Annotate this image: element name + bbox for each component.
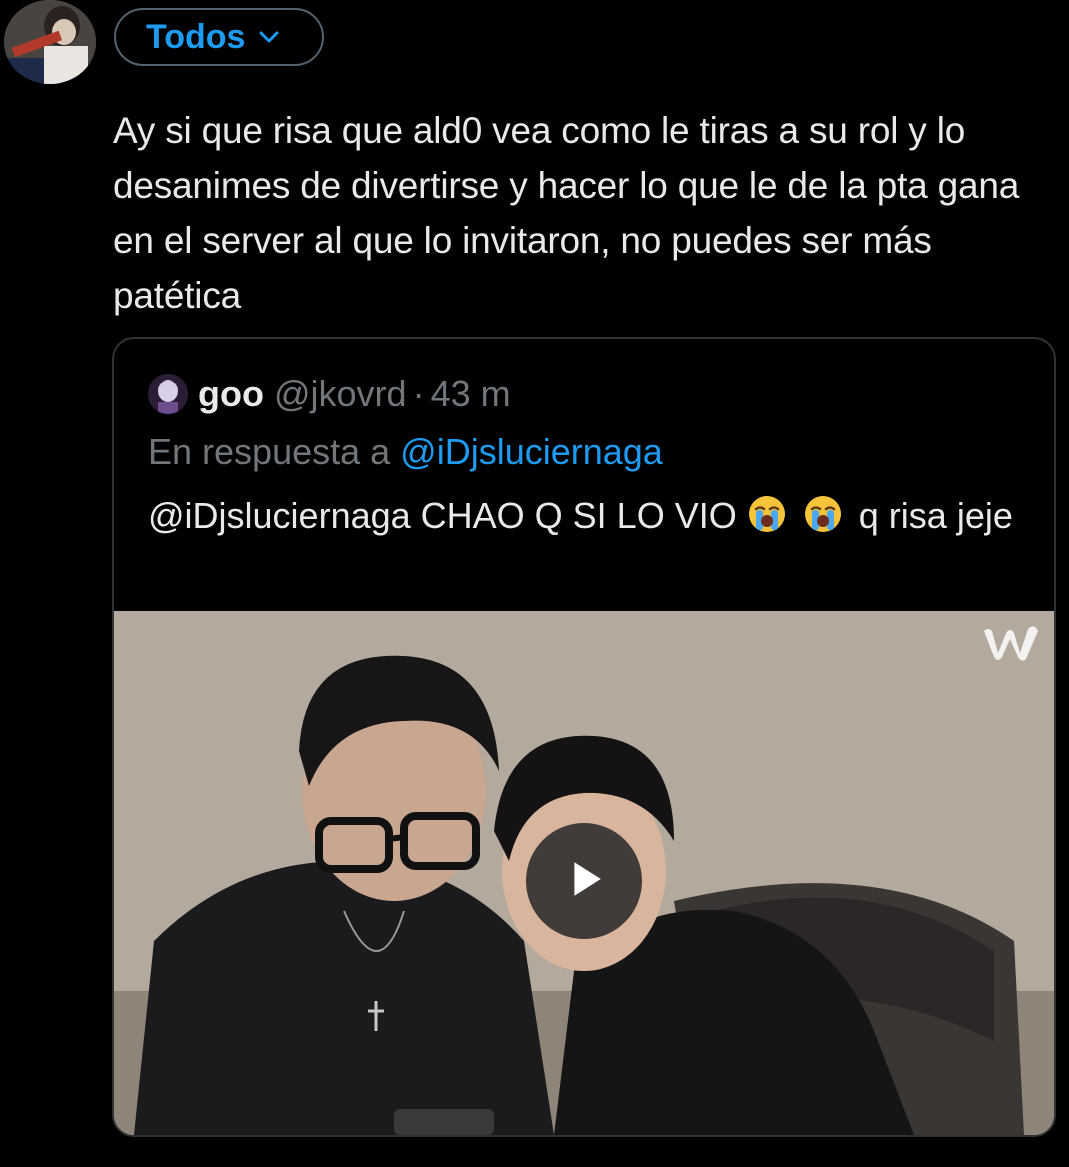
- user-avatar[interactable]: [4, 0, 96, 84]
- audience-label: Todos: [146, 17, 246, 56]
- weverse-w-icon: [978, 617, 1042, 665]
- quoted-user-avatar[interactable]: [148, 374, 188, 414]
- quoted-timestamp[interactable]: 43 m: [431, 373, 511, 415]
- quoted-tweet-header: goo @jkovrd · 43 m: [148, 373, 511, 415]
- quoted-tweet-text: @iDjsluciernaga CHAO Q SI LO VIO q risa: [148, 489, 1028, 543]
- quoted-tweet-card[interactable]: goo @jkovrd · 43 m En respuesta a @iDjsl…: [112, 337, 1056, 1137]
- quoted-user-name[interactable]: goo: [198, 373, 264, 415]
- reply-context: En respuesta a @iDjsluciernaga: [148, 431, 663, 473]
- video-thumbnail[interactable]: [114, 611, 1054, 1135]
- avatar-photo: [4, 0, 96, 84]
- reply-prefix: En respuesta a: [148, 431, 391, 472]
- chevron-down-icon: [257, 25, 281, 49]
- tweet-text: Ay si que risa que ald0 vea como le tira…: [113, 110, 1020, 316]
- quoted-text-main: @iDjsluciernaga CHAO Q SI LO VIO: [148, 495, 737, 536]
- quoted-user-handle[interactable]: @jkovrd: [274, 373, 407, 415]
- audience-selector-button[interactable]: Todos: [114, 8, 324, 66]
- loudly-crying-face-icon: [803, 494, 843, 534]
- separator-dot: ·: [412, 373, 425, 414]
- play-icon: [560, 855, 608, 908]
- play-button[interactable]: [526, 823, 642, 939]
- loudly-crying-face-icon: [747, 494, 787, 534]
- reply-mention-link[interactable]: @iDjsluciernaga: [400, 431, 663, 472]
- quoted-text-tail: q risa jeje: [858, 495, 1013, 536]
